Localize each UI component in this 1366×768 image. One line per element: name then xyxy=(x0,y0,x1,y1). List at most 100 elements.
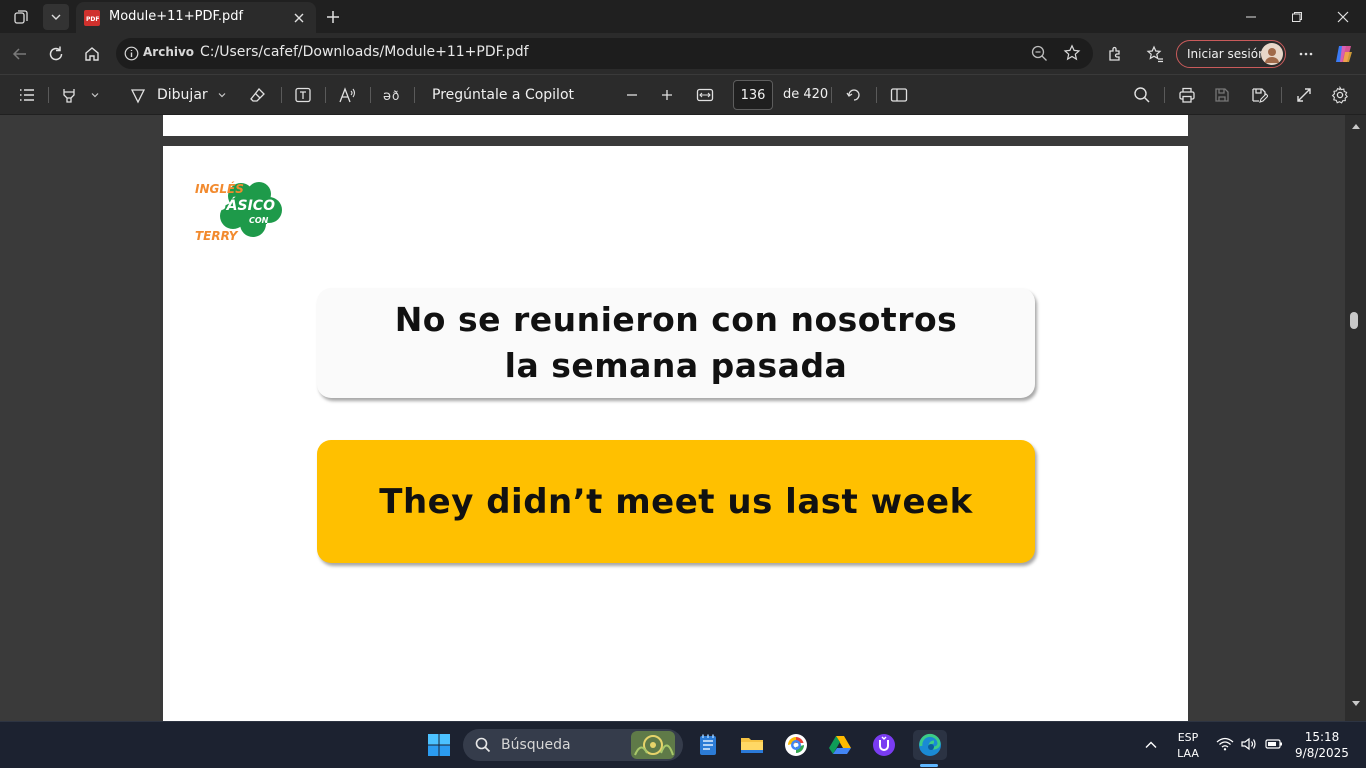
address-scheme-label: Archivo xyxy=(143,45,195,59)
search-icon xyxy=(475,737,491,753)
contents-list-icon[interactable] xyxy=(14,84,40,106)
wifi-icon[interactable] xyxy=(1216,737,1234,751)
logo-text-bottom: TERRY xyxy=(195,229,239,242)
title-bar: PDF Module+11+PDF.pdf xyxy=(0,0,1366,33)
avatar xyxy=(1261,43,1283,65)
separator xyxy=(325,87,326,103)
google-drive-icon[interactable] xyxy=(825,730,855,760)
find-search-icon[interactable] xyxy=(1129,84,1155,106)
rotate-icon[interactable] xyxy=(841,84,867,106)
home-icon[interactable] xyxy=(78,40,106,68)
svg-text:ə: ə xyxy=(383,89,391,104)
logo-text-con: CON xyxy=(249,216,269,225)
draw-pen-icon[interactable] xyxy=(125,84,151,106)
info-icon[interactable] xyxy=(124,46,139,61)
zoom-minus-icon[interactable] xyxy=(620,84,644,106)
separator xyxy=(1164,87,1165,103)
scroll-up-arrow-icon[interactable] xyxy=(1351,122,1361,130)
vertical-scrollbar[interactable] xyxy=(1345,115,1366,721)
new-tab-icon[interactable] xyxy=(320,4,346,30)
highlighter-chevron-icon[interactable] xyxy=(86,84,104,106)
minimize-button[interactable] xyxy=(1228,0,1274,33)
tab-list-chevron-icon[interactable] xyxy=(43,4,69,30)
workspaces-icon[interactable] xyxy=(8,4,34,30)
google-chrome-icon[interactable] xyxy=(781,730,811,760)
extensions-icon[interactable] xyxy=(1101,40,1129,68)
english-translation-text: They didn’t meet us last week xyxy=(379,481,973,522)
navigation-bar: Archivo C:/Users/cafef/Downloads/Module+… xyxy=(0,33,1366,74)
refresh-icon[interactable] xyxy=(42,40,70,68)
page-total-label: de 420 xyxy=(783,87,829,102)
pdf-viewer[interactable]: INGLÉS BÁSICO CON TERRY No se reunieron … xyxy=(0,115,1366,721)
show-hidden-icons-chevron-icon[interactable] xyxy=(1136,730,1166,760)
taskbar-search-box[interactable]: Búsqueda xyxy=(463,729,683,761)
text-box-icon[interactable] xyxy=(290,84,316,106)
back-arrow-icon[interactable] xyxy=(6,40,34,68)
signin-label: Iniciar sesión xyxy=(1187,47,1266,61)
separator xyxy=(831,87,832,103)
scrollbar-thumb[interactable] xyxy=(1350,312,1358,329)
pdf-toolbar: Dibujar əð Pregúntale a Copilot 136 de 4… xyxy=(0,74,1366,114)
volume-icon[interactable] xyxy=(1240,737,1258,751)
tab-title: Module+11+PDF.pdf xyxy=(109,9,244,24)
search-highlight-image xyxy=(631,731,675,759)
ask-copilot-button[interactable]: Pregúntale a Copilot xyxy=(432,87,574,103)
microsoft-edge-icon[interactable] xyxy=(913,730,947,760)
language-indicator-top[interactable]: ESP xyxy=(1172,731,1204,744)
more-options-icon[interactable] xyxy=(1292,40,1320,68)
pdf-file-icon: PDF xyxy=(84,10,100,26)
page-view-icon[interactable] xyxy=(886,84,912,106)
separator xyxy=(48,87,49,103)
logo-text-top: INGLÉS xyxy=(195,181,244,196)
svg-text:PDF: PDF xyxy=(86,16,99,23)
battery-icon[interactable] xyxy=(1265,738,1283,750)
spanish-sentence-card: No se reunieron con nosotros la semana p… xyxy=(317,288,1035,398)
search-placeholder: Búsqueda xyxy=(501,737,571,753)
signin-button[interactable]: Iniciar sesión xyxy=(1176,40,1286,68)
language-indicator-bottom[interactable]: LAA xyxy=(1172,747,1204,760)
eraser-icon[interactable] xyxy=(245,84,271,106)
separator xyxy=(281,87,282,103)
separator xyxy=(414,87,415,103)
copilot-icon[interactable] xyxy=(1330,40,1358,68)
clock-date[interactable]: 9/8/2025 xyxy=(1292,746,1352,760)
draw-label[interactable]: Dibujar xyxy=(157,87,208,103)
file-explorer-icon[interactable] xyxy=(737,730,767,760)
page-number-input[interactable]: 136 xyxy=(733,80,773,110)
save-as-icon[interactable] xyxy=(1246,84,1272,106)
fullscreen-expand-icon[interactable] xyxy=(1291,84,1317,106)
translate-icon[interactable]: əð xyxy=(379,84,405,106)
print-icon[interactable] xyxy=(1174,84,1200,106)
spanish-sentence-line-2: la semana pasada xyxy=(504,346,848,385)
restore-button[interactable] xyxy=(1274,0,1320,33)
favorites-icon[interactable] xyxy=(1141,40,1169,68)
separator xyxy=(1281,87,1282,103)
scroll-down-arrow-icon[interactable] xyxy=(1351,700,1361,708)
close-tab-icon[interactable] xyxy=(290,9,308,27)
close-window-button[interactable] xyxy=(1320,0,1366,33)
zoom-plus-icon[interactable] xyxy=(655,84,679,106)
clock-time[interactable]: 15:18 xyxy=(1292,730,1352,744)
read-aloud-icon[interactable] xyxy=(335,84,361,106)
svg-text:ð: ð xyxy=(392,89,399,103)
favorite-star-icon[interactable] xyxy=(1063,44,1081,62)
address-url[interactable]: C:/Users/cafef/Downloads/Module+11+PDF.p… xyxy=(200,44,529,60)
ingles-basico-con-terry-logo: INGLÉS BÁSICO CON TERRY xyxy=(193,174,293,242)
notepad-app-icon[interactable] xyxy=(693,730,723,760)
address-bar[interactable]: Archivo C:/Users/cafef/Downloads/Module+… xyxy=(116,38,1093,69)
english-translation-card: They didn’t meet us last week xyxy=(317,440,1035,563)
proton-vpn-icon[interactable] xyxy=(869,730,899,760)
logo-text-main: BÁSICO xyxy=(216,197,275,214)
tab-active[interactable]: PDF Module+11+PDF.pdf xyxy=(76,2,316,33)
draw-chevron-icon[interactable] xyxy=(213,84,231,106)
settings-gear-icon[interactable] xyxy=(1327,84,1353,106)
save-icon xyxy=(1209,84,1235,106)
windows-start-icon[interactable] xyxy=(424,730,454,760)
previous-page-edge xyxy=(163,115,1188,136)
spanish-sentence-line-1: No se reunieron con nosotros xyxy=(394,300,958,339)
highlighter-icon[interactable] xyxy=(56,84,82,106)
fit-width-icon[interactable] xyxy=(692,84,718,106)
zoom-out-icon[interactable] xyxy=(1031,45,1048,62)
separator xyxy=(370,87,371,103)
pdf-page: INGLÉS BÁSICO CON TERRY No se reunieron … xyxy=(163,146,1188,721)
